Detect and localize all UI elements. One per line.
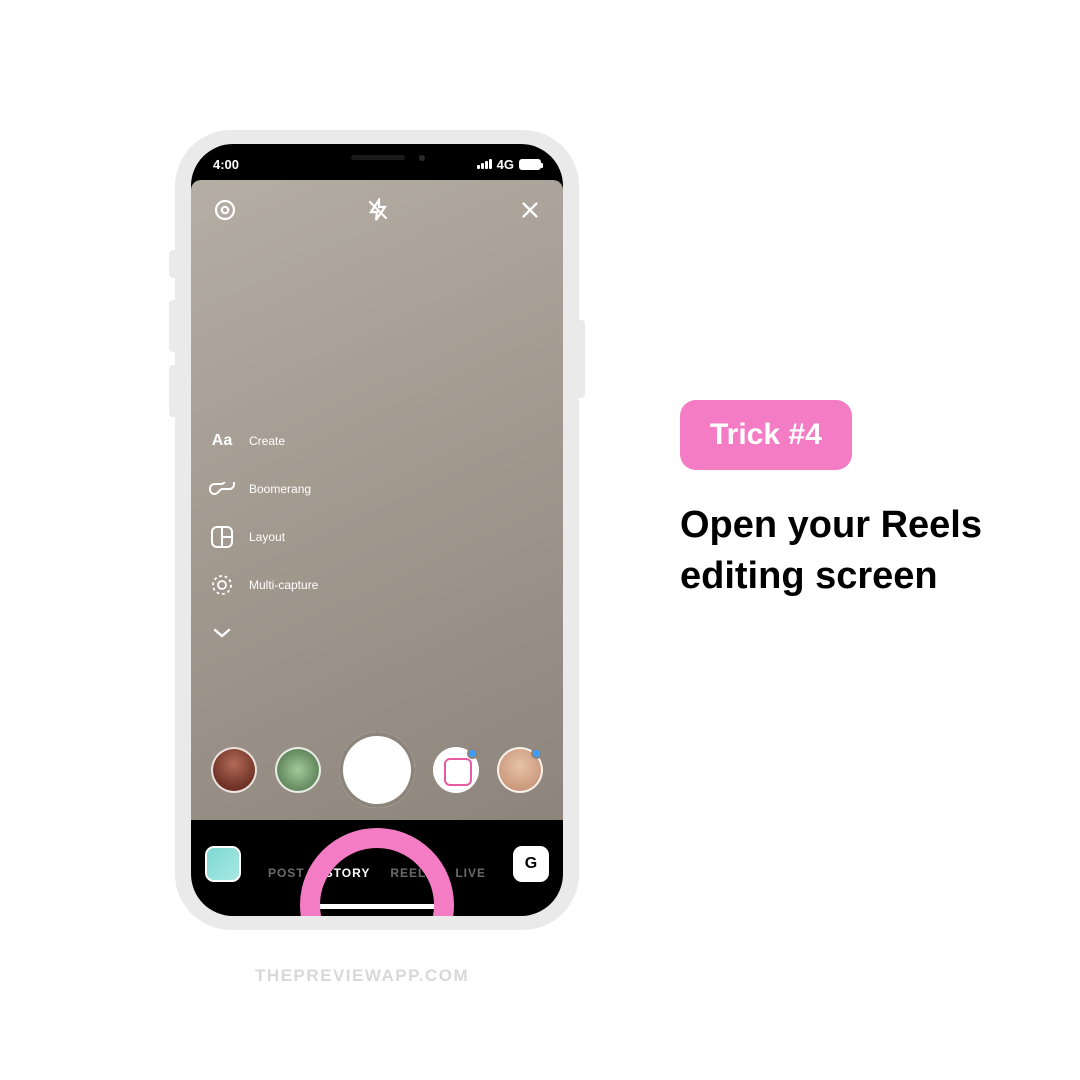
infinity-icon [209,476,235,502]
tool-label: Layout [249,530,285,544]
tool-boomerang[interactable]: Boomerang [209,476,318,502]
tool-create[interactable]: Aa Create [209,428,318,454]
notch [287,144,467,170]
filter-option[interactable] [497,747,543,793]
battery-icon [519,159,541,170]
volume-down [169,365,175,417]
status-time: 4:00 [213,157,239,172]
watermark: THEPREVIEWAPP.COM [255,966,469,986]
gallery-button[interactable] [205,846,241,882]
filter-option[interactable] [433,747,479,793]
phone-body: 4:00 4G [175,130,579,930]
filter-option[interactable] [211,747,257,793]
tool-label: Boomerang [249,482,311,496]
volume-up [169,300,175,352]
tool-label: Multi-capture [249,578,318,592]
story-tools: Aa Create Boomerang Layout [209,428,318,646]
power-button [579,320,585,398]
settings-icon[interactable] [213,198,237,227]
filter-option[interactable] [275,747,321,793]
phone-screen: 4:00 4G [191,144,563,916]
close-icon[interactable] [519,199,541,226]
phone-mockup: 4:00 4G [175,130,579,954]
multicapture-icon [209,572,235,598]
camera-viewfinder: Aa Create Boomerang Layout [191,180,563,820]
trick-badge: Trick #4 [680,400,852,470]
tab-live[interactable]: LIVE [455,866,486,880]
flash-off-icon[interactable] [366,198,390,227]
new-dot-icon [531,748,542,759]
tool-label: Create [249,434,285,448]
tool-multicapture[interactable]: Multi-capture [209,572,318,598]
layout-icon [209,524,235,550]
chevron-down-icon [209,620,235,646]
mute-switch [169,250,175,278]
network-label: 4G [497,157,514,172]
tool-expand[interactable] [209,620,235,646]
instruction-text: Open your Reels editing screen [680,500,1020,603]
signal-icon [477,159,492,169]
tab-post[interactable]: POST [268,866,305,880]
text-icon: Aa [209,428,235,454]
new-dot-icon [467,748,478,759]
shutter-button[interactable] [339,732,415,808]
switch-camera-button[interactable]: G [513,846,549,882]
status-right: 4G [477,157,541,172]
tool-layout[interactable]: Layout [209,524,318,550]
filter-carousel[interactable] [191,720,563,820]
